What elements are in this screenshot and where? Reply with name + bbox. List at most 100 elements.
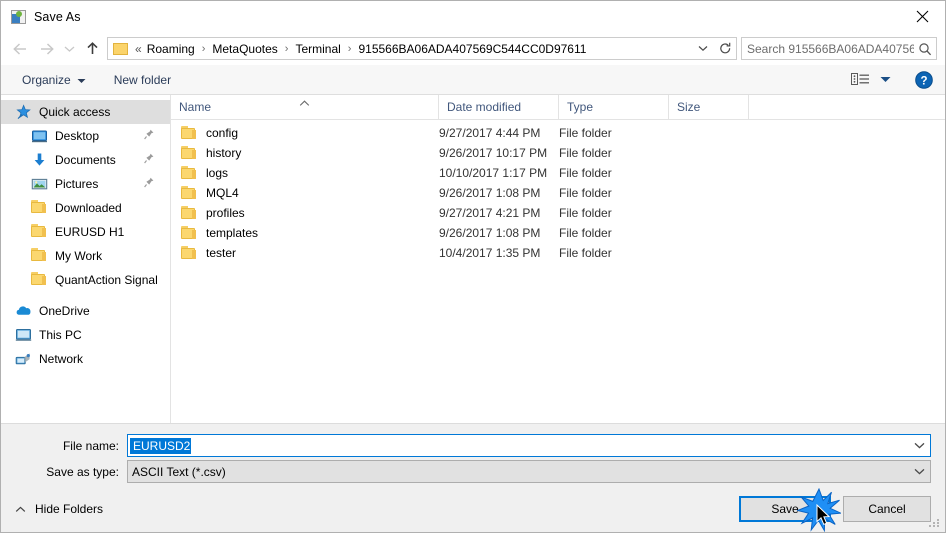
refresh-icon [719, 42, 730, 54]
sidebar-item-label: QuantAction Signal [55, 273, 158, 287]
column-header-filler [749, 95, 945, 119]
sidebar-item-eurusd-h1[interactable]: EURUSD H1 [1, 220, 170, 244]
breadcrumb-separator-icon[interactable]: › [196, 43, 212, 55]
help-button[interactable]: ? [911, 69, 937, 91]
organize-button[interactable]: Organize [15, 69, 93, 91]
sidebar-item-label: EURUSD H1 [55, 225, 125, 239]
save-as-dialog: Save As « Roaming › MetaQuotes › Termina… [0, 0, 946, 533]
sidebar-item-network[interactable]: Network [1, 347, 170, 371]
file-type-cell: File folder [559, 206, 612, 220]
filetype-value: ASCII Text (*.csv) [132, 464, 226, 479]
search-input[interactable]: Search 915566BA06ADA40756... [742, 42, 914, 56]
column-header-date-label: Date modified [447, 100, 522, 114]
forward-button[interactable] [33, 36, 59, 62]
folder-icon [181, 126, 197, 140]
file-date-cell: 9/26/2017 10:17 PM [439, 146, 548, 160]
view-options-dropdown[interactable] [876, 69, 895, 91]
help-icon: ? [915, 70, 933, 89]
table-row[interactable]: logs 10/10/2017 1:17 PM File folder [171, 163, 945, 183]
file-rows: config 9/27/2017 4:44 PM File folder his… [171, 120, 945, 423]
column-header-type-label: Type [567, 100, 594, 114]
file-name-cell: profiles [171, 206, 439, 220]
column-header-type[interactable]: Type [559, 95, 669, 119]
change-view-button[interactable] [847, 69, 874, 91]
hide-folders-button[interactable]: Hide Folders [11, 502, 103, 516]
file-type-cell: File folder [559, 246, 612, 260]
breadcrumb-item-3[interactable]: 915566BA06ADA407569C544CC0D97611 [357, 42, 587, 56]
organize-label: Organize [22, 72, 71, 87]
sidebar-item-quantaction-signal[interactable]: QuantAction Signal [1, 268, 170, 292]
hide-folders-label: Hide Folders [35, 502, 104, 516]
file-name-cell: history [171, 146, 439, 160]
column-header-name[interactable]: Name [171, 95, 439, 119]
cancel-button[interactable]: Cancel [843, 496, 931, 522]
documents-icon [31, 152, 48, 168]
table-row[interactable]: config 9/27/2017 4:44 PM File folder [171, 123, 945, 143]
table-row[interactable]: MQL4 9/26/2017 1:08 PM File folder [171, 183, 945, 203]
sidebar-item-downloaded[interactable]: Downloaded [1, 196, 170, 220]
arrow-right-icon [40, 42, 54, 55]
sidebar-item-onedrive[interactable]: OneDrive [1, 299, 170, 323]
new-folder-button[interactable]: New folder [107, 69, 178, 91]
breadcrumb-separator-icon[interactable]: › [279, 43, 295, 55]
address-dropdown-button[interactable] [692, 38, 714, 59]
arrow-left-icon [12, 42, 26, 55]
file-name-cell: MQL4 [171, 186, 439, 200]
file-name-label: tester [206, 246, 237, 260]
dialog-footer: Hide Folders Save Cancel [1, 486, 945, 532]
filetype-select[interactable]: ASCII Text (*.csv) [127, 460, 931, 483]
chevron-down-icon [698, 46, 708, 52]
filename-label: File name: [62, 438, 119, 453]
column-header-size[interactable]: Size [669, 95, 749, 119]
navigation-bar: « Roaming › MetaQuotes › Terminal › 9155… [1, 32, 945, 65]
sidebar-item-label: Desktop [55, 129, 100, 143]
table-row[interactable]: tester 10/4/2017 1:35 PM File folder [171, 243, 945, 263]
filename-input[interactable]: EURUSD2 [127, 434, 931, 457]
refresh-button[interactable] [714, 38, 736, 59]
address-bar[interactable]: « Roaming › MetaQuotes › Terminal › 9155… [107, 37, 737, 60]
file-name-cell: templates [171, 226, 439, 240]
new-folder-label: New folder [113, 72, 172, 87]
resize-grip-icon[interactable] [929, 517, 941, 529]
sidebar-item-documents[interactable]: Documents [1, 148, 170, 172]
table-row[interactable]: history 9/26/2017 10:17 PM File folder [171, 143, 945, 163]
file-type-cell: File folder [559, 186, 612, 200]
sidebar-item-quick-access[interactable]: Quick access [1, 100, 170, 124]
sidebar-item-desktop[interactable]: Desktop [1, 124, 170, 148]
breadcrumb-separator-icon[interactable]: › [342, 43, 358, 55]
window-title: Save As [34, 9, 81, 24]
filename-dropdown-button[interactable] [908, 435, 930, 456]
sidebar-item-label: This PC [39, 328, 82, 342]
breadcrumb-item-2[interactable]: Terminal [294, 42, 341, 56]
folder-icon [181, 186, 197, 200]
close-button[interactable] [899, 1, 945, 31]
folder-icon [31, 200, 48, 216]
sidebar-item-this-pc[interactable]: This PC [1, 323, 170, 347]
up-button[interactable] [79, 36, 105, 62]
column-header-date-modified[interactable]: Date modified [439, 95, 559, 119]
table-row[interactable]: profiles 9/27/2017 4:21 PM File folder [171, 203, 945, 223]
folder-icon [181, 166, 197, 180]
sort-ascending-icon [299, 96, 310, 110]
breadcrumb-item-1[interactable]: MetaQuotes [211, 42, 278, 56]
close-icon [916, 10, 928, 22]
sidebar-item-my-work[interactable]: My Work [1, 244, 170, 268]
folder-icon [31, 248, 48, 264]
file-date-cell: 9/26/2017 1:08 PM [439, 226, 541, 240]
filetype-dropdown-button[interactable] [908, 461, 930, 482]
sidebar-item-label: Pictures [55, 177, 99, 191]
breadcrumb-item-0[interactable]: Roaming [146, 42, 196, 56]
save-button[interactable]: Save [739, 496, 831, 522]
table-row[interactable]: templates 9/26/2017 1:08 PM File folder [171, 223, 945, 243]
back-button[interactable] [7, 36, 33, 62]
folder-icon [181, 226, 197, 240]
sidebar-item-pictures[interactable]: Pictures [1, 172, 170, 196]
pin-icon [144, 153, 154, 167]
breadcrumb-overflow[interactable]: « [133, 42, 146, 56]
file-name-label: templates [206, 226, 259, 240]
search-box[interactable]: Search 915566BA06ADA40756... [741, 37, 937, 60]
recent-locations-button[interactable] [59, 36, 79, 62]
dialog-body: Quick access Desktop Documents Pictures … [1, 95, 945, 423]
column-header-size-label: Size [677, 100, 701, 114]
